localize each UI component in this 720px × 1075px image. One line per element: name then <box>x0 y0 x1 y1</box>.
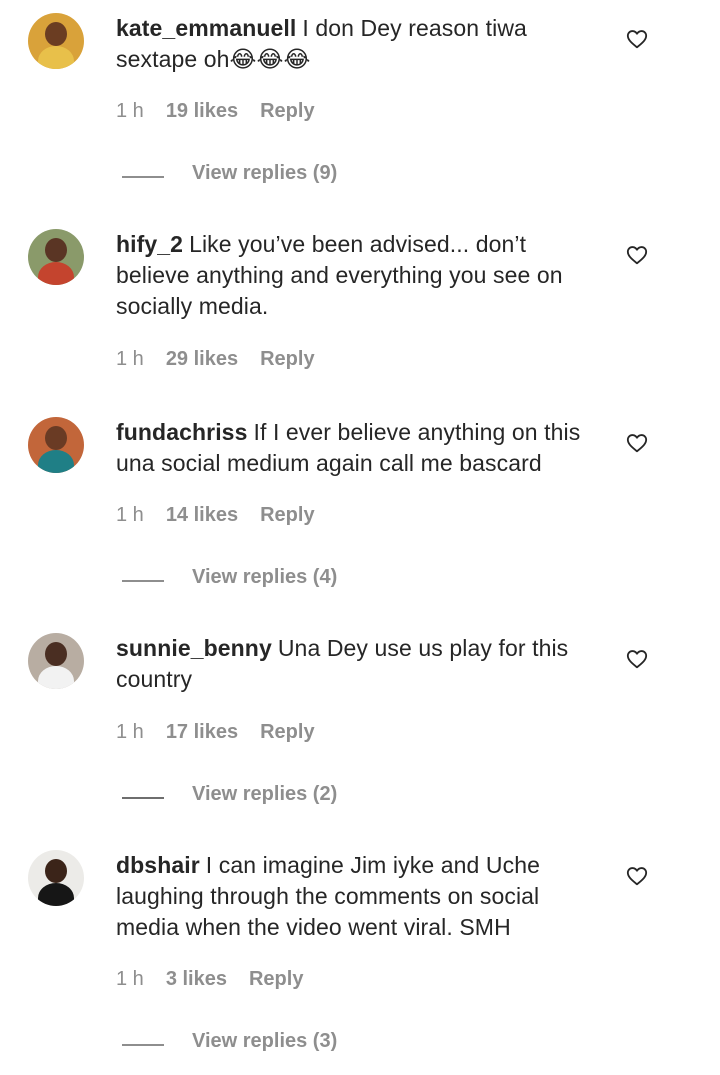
comment-time: 1 h <box>116 100 144 122</box>
view-replies-label[interactable]: View replies (9) <box>192 162 337 185</box>
reply-button[interactable]: Reply <box>260 100 314 122</box>
comment-text: dbshair I can imagine Jim iyke and Uche l… <box>116 850 606 943</box>
comment-time: 1 h <box>116 721 144 743</box>
likes-count[interactable]: 3 likes <box>166 968 227 990</box>
comment-username[interactable]: kate_emmanuell <box>116 15 296 41</box>
view-replies-label[interactable]: View replies (2) <box>192 783 337 806</box>
comment-username[interactable]: sunnie_benny <box>116 635 272 661</box>
comment-meta: 1 h 29 likes Reply <box>116 348 315 371</box>
replies-divider <box>122 797 164 799</box>
comment-time: 1 h <box>116 968 144 990</box>
avatar[interactable] <box>28 633 84 689</box>
avatar[interactable] <box>28 13 84 69</box>
likes-count[interactable]: 19 likes <box>166 100 238 122</box>
avatar[interactable] <box>28 417 84 473</box>
reply-button[interactable]: Reply <box>249 968 303 990</box>
likes-count[interactable]: 17 likes <box>166 721 238 743</box>
heart-icon[interactable] <box>626 244 648 266</box>
comment-meta: 1 h 17 likes Reply <box>116 721 315 744</box>
comment-text: fundachriss If I ever believe anything on… <box>116 417 606 479</box>
comment-username[interactable]: fundachriss <box>116 419 247 445</box>
comment-time: 1 h <box>116 348 144 370</box>
comment-username[interactable]: hify_2 <box>116 231 183 257</box>
comment-meta: 1 h 3 likes Reply <box>116 968 303 991</box>
avatar[interactable] <box>28 229 84 285</box>
replies-divider <box>122 1044 164 1046</box>
avatar[interactable] <box>28 850 84 906</box>
replies-divider <box>122 580 164 582</box>
heart-icon[interactable] <box>626 865 648 887</box>
comment-text: sunnie_benny Una Dey use us play for this… <box>116 633 606 695</box>
comment-meta: 1 h 14 likes Reply <box>116 504 315 527</box>
reply-button[interactable]: Reply <box>260 348 314 370</box>
heart-icon[interactable] <box>626 648 648 670</box>
comment-text: kate_emmanuell I don Dey reason tiwa sext… <box>116 13 606 75</box>
likes-count[interactable]: 14 likes <box>166 504 238 526</box>
reply-button[interactable]: Reply <box>260 504 314 526</box>
view-replies-label[interactable]: View replies (3) <box>192 1030 337 1053</box>
view-replies-label[interactable]: View replies (4) <box>192 566 337 589</box>
reply-button[interactable]: Reply <box>260 721 314 743</box>
comment-username[interactable]: dbshair <box>116 852 200 878</box>
heart-icon[interactable] <box>626 432 648 454</box>
likes-count[interactable]: 29 likes <box>166 348 238 370</box>
comment-time: 1 h <box>116 504 144 526</box>
comment-text: hify_2 Like you’ve been advised... don’t … <box>116 229 606 322</box>
replies-divider <box>122 176 164 178</box>
comment-meta: 1 h 19 likes Reply <box>116 100 315 123</box>
heart-icon[interactable] <box>626 28 648 50</box>
